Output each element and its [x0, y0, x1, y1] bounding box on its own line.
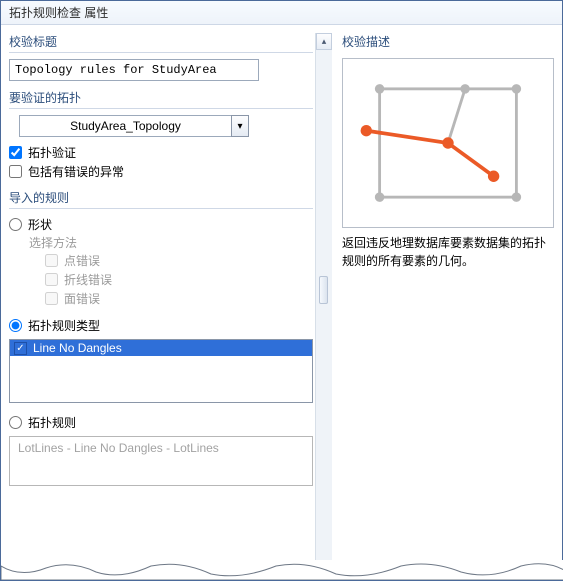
polygon-error-row: 面错误: [45, 289, 313, 308]
rule-radio[interactable]: [9, 416, 22, 429]
dangle-diagram-icon: [353, 68, 543, 218]
select-method-label: 选择方法: [29, 234, 313, 251]
section-validate-title: 校验标题: [9, 33, 313, 81]
point-error-label: 点错误: [64, 252, 100, 269]
divider: [9, 208, 313, 209]
torn-edge-decoration: [1, 560, 563, 580]
dialog-body: 校验标题 要验证的拓扑 StudyArea_Topology ▾ 拓扑验证: [1, 25, 562, 580]
rule-disabled-list: LotLines - Line No Dangles - LotLines: [9, 436, 313, 486]
validate-title-label: 校验标题: [9, 33, 313, 50]
validate-topology-checkbox-label: 拓扑验证: [28, 144, 76, 161]
window-title: 拓扑规则检查 属性: [1, 1, 562, 25]
rule-type-listbox[interactable]: ✓ Line No Dangles: [9, 339, 313, 403]
shape-radio-label: 形状: [28, 216, 52, 233]
rule-type-item-label: Line No Dangles: [33, 341, 122, 355]
polyline-error-row: 折线错误: [45, 270, 313, 289]
validate-topology-checkbox[interactable]: [9, 146, 22, 159]
section-imported-rules: 导入的规则 形状 选择方法 点错误 折线错误 面错误: [9, 189, 313, 486]
topology-to-validate-label: 要验证的拓扑: [9, 89, 313, 106]
rule-type-radio-label: 拓扑规则类型: [28, 317, 100, 334]
topology-select[interactable]: StudyArea_Topology ▾: [19, 115, 249, 137]
description-label: 校验描述: [342, 33, 554, 50]
rule-placeholder-text: LotLines - Line No Dangles - LotLines: [18, 441, 219, 455]
polygon-error-checkbox: [45, 292, 58, 305]
scrollbar-thumb[interactable]: [319, 276, 328, 304]
include-errors-checkbox-row[interactable]: 包括有错误的异常: [9, 162, 313, 181]
divider: [9, 52, 313, 53]
description-text: 返回违反地理数据库要素数据集的拓扑规则的所有要素的几何。: [342, 234, 554, 270]
left-panel: 校验标题 要验证的拓扑 StudyArea_Topology ▾ 拓扑验证: [9, 33, 313, 580]
dialog-window: 拓扑规则检查 属性 校验标题 要验证的拓扑 StudyArea_Topology…: [0, 0, 563, 581]
topology-select-display: StudyArea_Topology: [19, 115, 231, 137]
rule-type-item-checkbox[interactable]: ✓: [14, 342, 27, 355]
right-panel: 校验描述 返回违反地理数据库要素数据集的拓扑规则的所有要素的几何。: [334, 33, 554, 580]
point-error-checkbox: [45, 254, 58, 267]
rule-radio-label: 拓扑规则: [28, 414, 76, 431]
divider: [9, 108, 313, 109]
rule-type-list-item[interactable]: ✓ Line No Dangles: [10, 340, 312, 356]
section-topology-to-validate: 要验证的拓扑 StudyArea_Topology ▾ 拓扑验证 包括有错误的异…: [9, 89, 313, 181]
rule-type-radio[interactable]: [9, 319, 22, 332]
include-errors-checkbox[interactable]: [9, 165, 22, 178]
polygon-error-label: 面错误: [64, 290, 100, 307]
shape-radio[interactable]: [9, 218, 22, 231]
point-error-row: 点错误: [45, 251, 313, 270]
vertical-scrollbar[interactable]: ▴ ▾: [315, 33, 332, 580]
rule-preview-image: [342, 58, 554, 228]
chevron-up-icon: ▴: [322, 36, 327, 47]
polyline-error-checkbox: [45, 273, 58, 286]
validate-topology-checkbox-row[interactable]: 拓扑验证: [9, 143, 313, 162]
polyline-error-label: 折线错误: [64, 271, 112, 288]
shape-radio-row[interactable]: 形状: [9, 215, 313, 234]
chevron-down-icon: ▾: [237, 121, 242, 132]
include-errors-checkbox-label: 包括有错误的异常: [28, 163, 124, 180]
validate-title-input[interactable]: [9, 59, 259, 81]
rule-type-radio-row[interactable]: 拓扑规则类型: [9, 316, 313, 335]
imported-rules-label: 导入的规则: [9, 189, 313, 206]
scroll-up-button[interactable]: ▴: [316, 33, 332, 50]
rule-radio-row[interactable]: 拓扑规则: [9, 413, 313, 432]
scrollbar-track[interactable]: [316, 50, 332, 563]
topology-select-dropdown-button[interactable]: ▾: [231, 115, 249, 137]
